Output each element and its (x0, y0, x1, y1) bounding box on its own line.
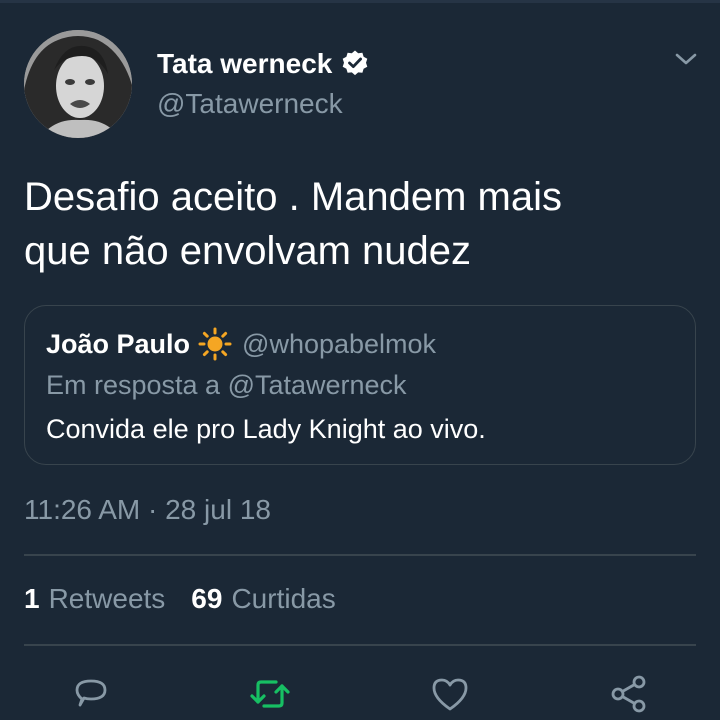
likes-stat[interactable]: 69 Curtidas (191, 583, 335, 615)
tweet-text: Desafio aceito . Mandem mais que não env… (24, 170, 696, 278)
tweet-stats: 1 Retweets 69 Curtidas (24, 583, 336, 615)
retweets-label: Retweets (48, 583, 166, 614)
verified-badge-icon (343, 50, 368, 76)
tweet-text-line: que não envolvam nudez (24, 229, 471, 273)
avatar[interactable] (24, 30, 132, 138)
stats-bottom-divider (24, 644, 696, 646)
likes-count: 69 (191, 583, 223, 614)
reply-icon (75, 679, 107, 707)
stats-top-divider (24, 554, 696, 556)
quoted-author-name: João Paulo (46, 328, 191, 359)
quoted-tweet-text: Convida ele pro Lady Knight ao vivo. (46, 414, 486, 444)
reply-button[interactable] (69, 672, 113, 716)
chevron-down-icon[interactable] (672, 48, 700, 70)
quoted-tweet-card[interactable]: João Paulo @whopabelmok Em resposta a @T… (24, 305, 696, 465)
retweets-count: 1 (24, 583, 40, 614)
quoted-reply-context: Em resposta a @Tatawerneck (46, 370, 407, 400)
tweet-timestamp: 11:26 AM · 28 jul 18 (24, 494, 271, 525)
like-button[interactable] (428, 672, 472, 716)
profile-photo (24, 30, 132, 138)
author-display-name[interactable]: Tata werneck (157, 48, 332, 80)
tweet-text-line: Desafio aceito . Mandem mais (24, 175, 563, 219)
quoted-tweet-header: João Paulo @whopabelmok (46, 326, 436, 362)
likes-label: Curtidas (231, 583, 336, 614)
top-divider (0, 0, 720, 3)
retweets-stat[interactable]: 1 Retweets (24, 583, 165, 615)
sun-icon (198, 327, 232, 361)
share-icon (611, 675, 646, 713)
author-handle[interactable]: @Tatawerneck (157, 88, 343, 120)
retweet-icon (250, 680, 290, 708)
like-icon (432, 678, 468, 711)
share-button[interactable] (607, 672, 651, 716)
quoted-author-handle: @whopabelmok (242, 328, 437, 359)
author-name-row[interactable]: Tata werneck (157, 44, 370, 84)
retweet-button[interactable] (248, 672, 292, 716)
